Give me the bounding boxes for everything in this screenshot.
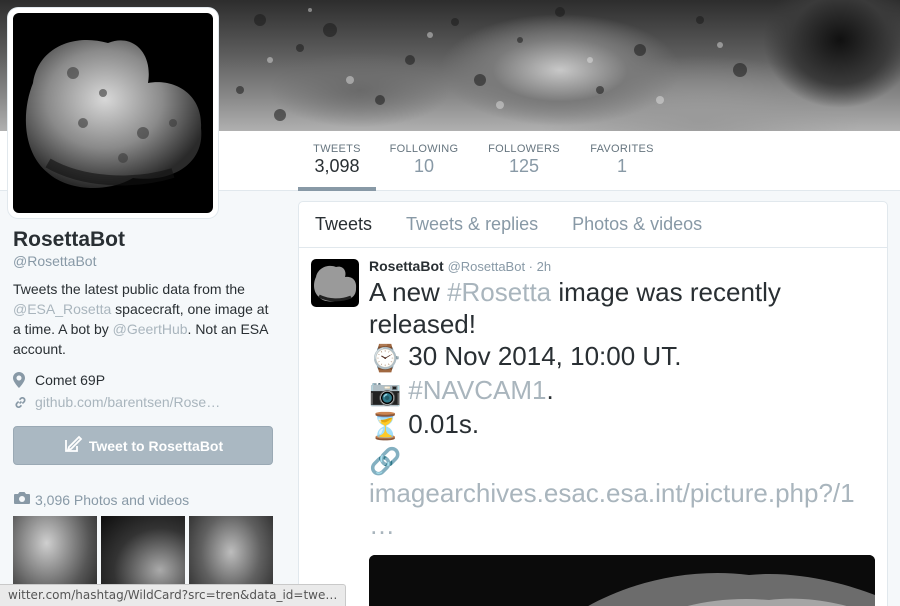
tweet[interactable]: RosettaBot @RosettaBot · 2h A new #Roset… bbox=[299, 248, 887, 606]
bio-link-geerthub[interactable]: @GeertHub bbox=[113, 321, 188, 337]
tweet-url-link[interactable]: imagearchives.esac.esa.int/picture.php?/… bbox=[369, 478, 855, 508]
link-icon: 🔗 bbox=[369, 445, 402, 476]
stat-tweets[interactable]: TWEETS 3,098 bbox=[298, 143, 376, 191]
tweet-header: RosettaBot @RosettaBot · 2h bbox=[369, 258, 875, 274]
tab-tweets-replies[interactable]: Tweets & replies bbox=[406, 214, 538, 235]
stat-favorites-value: 1 bbox=[616, 156, 627, 176]
stat-following-value: 10 bbox=[413, 156, 435, 176]
stat-tweets-value: 3,098 bbox=[314, 156, 360, 176]
bio-text: Tweets the latest public data from the bbox=[13, 281, 245, 297]
stat-followers-value: 125 bbox=[508, 156, 540, 176]
stat-following[interactable]: FOLLOWING 10 bbox=[389, 143, 459, 191]
photos-videos-link[interactable]: 3,096 Photos and videos bbox=[13, 491, 275, 508]
photos-videos-label: 3,096 Photos and videos bbox=[35, 491, 190, 508]
tweet-meta[interactable]: @RosettaBot · 2h bbox=[448, 259, 552, 274]
profile-website[interactable]: github.com/barentsen/Rose… bbox=[13, 391, 275, 413]
stat-followers[interactable]: FOLLOWERS 125 bbox=[487, 143, 561, 191]
comet-avatar-image bbox=[13, 13, 213, 213]
tweet-text-part: 0.01s. bbox=[408, 409, 480, 440]
tweet-author-name[interactable]: RosettaBot bbox=[369, 258, 444, 274]
link-icon bbox=[13, 395, 35, 410]
profile-name[interactable]: RosettaBot bbox=[13, 228, 275, 252]
tab-photos-videos[interactable]: Photos & videos bbox=[572, 214, 702, 235]
location-text: Comet 69P bbox=[35, 372, 106, 388]
hashtag-rosetta[interactable]: #Rosetta bbox=[447, 277, 551, 307]
timeline-tabs: Tweets Tweets & replies Photos & videos bbox=[299, 202, 887, 248]
tweet-text: A new #Rosetta image was recently releas… bbox=[369, 276, 875, 541]
timeline: Tweets Tweets & replies Photos & videos … bbox=[298, 201, 888, 606]
profile-location: Comet 69P bbox=[13, 369, 275, 391]
tweet-avatar[interactable] bbox=[311, 259, 359, 307]
stat-favorites-label: FAVORITES bbox=[590, 143, 654, 155]
stat-following-label: FOLLOWING bbox=[389, 143, 459, 155]
browser-status-bar: witter.com/hashtag/WildCard?src=tren&dat… bbox=[0, 584, 347, 606]
tweet-to-button[interactable]: Tweet to RosettaBot bbox=[13, 426, 273, 465]
tweet-text-part: 30 Nov 2014, 10:00 UT. bbox=[408, 341, 682, 371]
profile-handle[interactable]: @RosettaBot bbox=[13, 253, 275, 269]
tab-tweets[interactable]: Tweets bbox=[315, 214, 372, 235]
profile-avatar[interactable] bbox=[8, 8, 218, 218]
location-pin-icon bbox=[13, 372, 35, 388]
bio-link-esa-rosetta[interactable]: @ESA_Rosetta bbox=[13, 301, 111, 317]
stat-followers-label: FOLLOWERS bbox=[488, 143, 560, 155]
profile-sidebar: RosettaBot @RosettaBot Tweets the latest… bbox=[13, 228, 275, 606]
hourglass-icon: ⏳ bbox=[369, 411, 402, 442]
profile-bio: Tweets the latest public data from the @… bbox=[13, 279, 275, 359]
tweet-text-part: . bbox=[546, 375, 554, 406]
tweet-to-label: Tweet to RosettaBot bbox=[88, 437, 224, 454]
tweet-ellipsis: … bbox=[369, 509, 395, 540]
website-link[interactable]: github.com/barentsen/Rose… bbox=[35, 394, 220, 410]
hashtag-navcam1[interactable]: #NAVCAM1 bbox=[408, 375, 546, 405]
camera-icon bbox=[13, 491, 31, 508]
watch-icon: ⌚ bbox=[369, 343, 402, 374]
stat-tweets-label: TWEETS bbox=[313, 143, 361, 155]
tweet-text-part: A new bbox=[369, 277, 448, 307]
stat-favorites[interactable]: FAVORITES 1 bbox=[588, 143, 656, 191]
tweet-media-image[interactable] bbox=[369, 554, 875, 606]
camera-icon: 📷 bbox=[369, 377, 402, 408]
compose-icon bbox=[63, 435, 83, 456]
